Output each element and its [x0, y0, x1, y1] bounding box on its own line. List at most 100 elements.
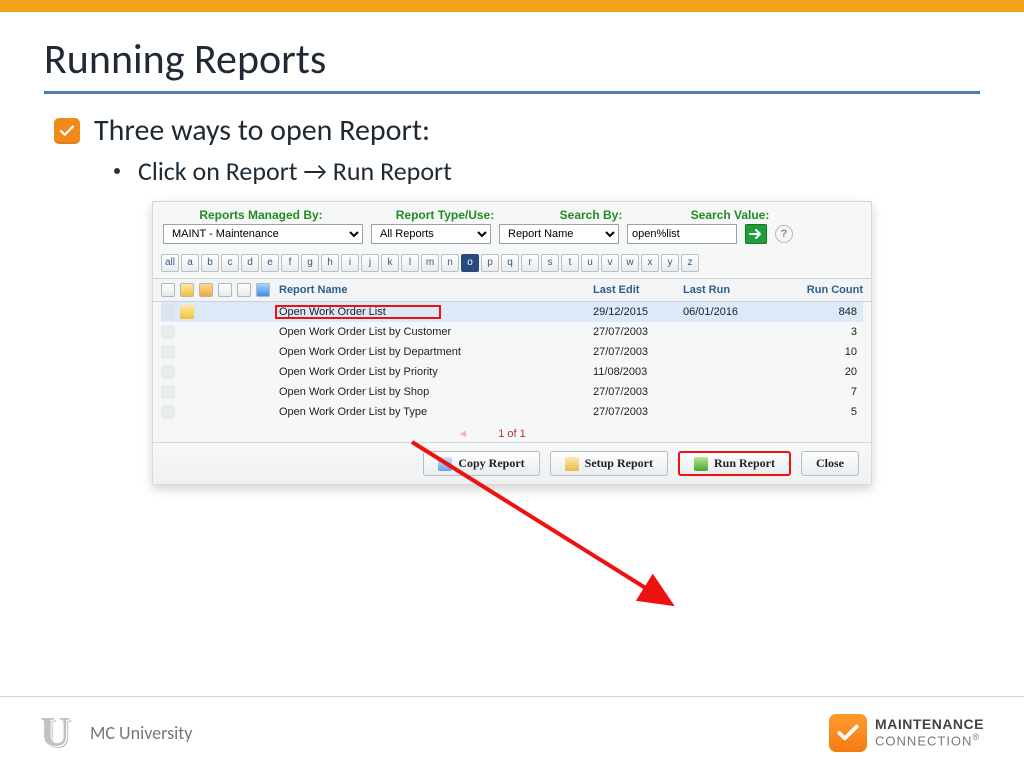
row-name: Open Work Order List by Priority [279, 366, 593, 378]
alpha-d[interactable]: d [241, 254, 259, 272]
copy-label: Copy Report [458, 456, 524, 471]
label-searchval: Search Value: [675, 208, 785, 222]
run-label: Run Report [714, 456, 775, 471]
maintenance-connection-logo: MAINTENANCE CONNECTION® [829, 714, 984, 752]
setup-icon [565, 457, 579, 471]
col-run-count[interactable]: Run Count [773, 284, 863, 296]
alpha-z[interactable]: z [681, 254, 699, 272]
filter-labels: Reports Managed By: Report Type/Use: Sea… [163, 208, 861, 222]
bullet-dot [114, 168, 120, 174]
table-row[interactable]: Open Work Order List29/12/201506/01/2016… [161, 302, 863, 322]
table-row[interactable]: Open Work Order List by Customer27/07/20… [161, 322, 863, 342]
col-last-run[interactable]: Last Run [683, 284, 773, 296]
searchby-select[interactable]: Report Name [499, 224, 619, 244]
alpha-u[interactable]: u [581, 254, 599, 272]
alpha-j[interactable]: j [361, 254, 379, 272]
row-count: 7 [773, 386, 863, 398]
grid-header: Report Name Last Edit Last Run Run Count [153, 278, 871, 302]
brand-line2: CONNECTION [875, 734, 972, 749]
pager-text: 1 of 1 [498, 428, 526, 440]
new-icon[interactable] [161, 283, 175, 297]
grid-icon[interactable] [237, 283, 251, 297]
alpha-i[interactable]: i [341, 254, 359, 272]
edit-icon[interactable] [218, 283, 232, 297]
wifi-icon[interactable] [256, 283, 270, 297]
alpha-h[interactable]: h [321, 254, 339, 272]
alpha-w[interactable]: w [621, 254, 639, 272]
row-count: 10 [773, 346, 863, 358]
accent-bar [0, 0, 1024, 12]
table-row[interactable]: Open Work Order List by Type27/07/2003 5 [161, 402, 863, 422]
alpha-k[interactable]: k [381, 254, 399, 272]
searchval-input[interactable] [627, 224, 737, 244]
toolbar-icons [161, 283, 279, 297]
col-report-name[interactable]: Report Name [279, 284, 593, 296]
alpha-m[interactable]: m [421, 254, 439, 272]
type-select[interactable]: All Reports [371, 224, 491, 244]
alpha-q[interactable]: q [501, 254, 519, 272]
alpha-l[interactable]: l [401, 254, 419, 272]
alpha-b[interactable]: b [201, 254, 219, 272]
alpha-a[interactable]: a [181, 254, 199, 272]
folder-icon[interactable] [199, 283, 213, 297]
alpha-filter-bar: allabcdefghijklmnopqrstuvwxyz [153, 252, 871, 278]
sub-bullet-text: Click on Report → Run Report [138, 155, 452, 187]
row-run: 06/01/2016 [683, 306, 773, 318]
alpha-v[interactable]: v [601, 254, 619, 272]
alpha-x[interactable]: x [641, 254, 659, 272]
col-last-edit[interactable]: Last Edit [593, 284, 683, 296]
row-count: 5 [773, 406, 863, 418]
footer: U MC University MAINTENANCE CONNECTION® [0, 696, 1024, 768]
row-count: 3 [773, 326, 863, 338]
reporter-window: Reports Managed By: Report Type/Use: Sea… [152, 201, 872, 485]
row-name: Open Work Order List by Type [279, 406, 593, 418]
arrow-right-icon [749, 228, 763, 240]
button-bar: Copy Report Setup Report Run Report Clos… [153, 442, 871, 484]
label-managed: Reports Managed By: [163, 208, 359, 222]
find-icon[interactable] [180, 283, 194, 297]
go-button[interactable] [745, 224, 767, 244]
alpha-y[interactable]: y [661, 254, 679, 272]
table-row[interactable]: Open Work Order List by Department27/07/… [161, 342, 863, 362]
copy-report-button[interactable]: Copy Report [423, 451, 539, 476]
row-edit: 27/07/2003 [593, 346, 683, 358]
slide-title: Running Reports [44, 34, 980, 85]
label-searchby: Search By: [531, 208, 651, 222]
help-icon[interactable]: ? [775, 225, 793, 243]
alpha-f[interactable]: f [281, 254, 299, 272]
close-label: Close [816, 456, 844, 471]
alpha-o[interactable]: o [461, 254, 479, 272]
setup-label: Setup Report [585, 456, 653, 471]
row-edit: 27/07/2003 [593, 406, 683, 418]
row-count: 20 [773, 366, 863, 378]
copy-icon [438, 457, 452, 471]
alpha-p[interactable]: p [481, 254, 499, 272]
alpha-s[interactable]: s [541, 254, 559, 272]
table-row[interactable]: Open Work Order List by Priority11/08/20… [161, 362, 863, 382]
run-report-button[interactable]: Run Report [678, 451, 791, 476]
row-name: Open Work Order List by Customer [279, 326, 593, 338]
close-button[interactable]: Close [801, 451, 859, 476]
row-count: 848 [773, 306, 863, 318]
alpha-r[interactable]: r [521, 254, 539, 272]
alpha-t[interactable]: t [561, 254, 579, 272]
setup-report-button[interactable]: Setup Report [550, 451, 668, 476]
university-logo: U [40, 709, 80, 757]
footer-university: MC University [90, 722, 192, 744]
check-icon [54, 118, 80, 144]
table-row[interactable]: Open Work Order List by Shop27/07/20037 [161, 382, 863, 402]
title-divider [44, 91, 980, 94]
managed-select[interactable]: MAINT - Maintenance [163, 224, 363, 244]
prev-page-icon[interactable]: ◄ [457, 428, 468, 440]
alpha-n[interactable]: n [441, 254, 459, 272]
alpha-all[interactable]: all [161, 254, 179, 272]
label-type: Report Type/Use: [383, 208, 507, 222]
alpha-g[interactable]: g [301, 254, 319, 272]
brand-line1: MAINTENANCE [875, 716, 984, 732]
run-icon [694, 457, 708, 471]
row-name: Open Work Order List by Shop [279, 386, 593, 398]
alpha-e[interactable]: e [261, 254, 279, 272]
row-name: Open Work Order List by Department [279, 346, 593, 358]
alpha-c[interactable]: c [221, 254, 239, 272]
bullet-text: Three ways to open Report: [94, 112, 430, 149]
